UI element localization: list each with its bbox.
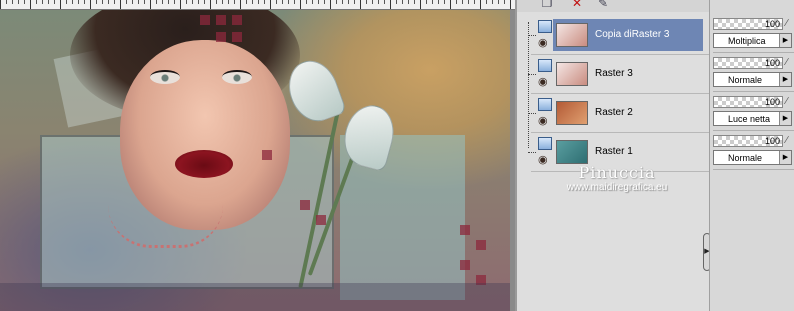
artwork-eye [222,70,252,84]
opacity-slider[interactable]: 100 [713,135,783,147]
artwork-square [232,32,242,42]
artwork-square [232,15,242,25]
artwork-square [216,15,226,25]
layer-name: Raster 1 [595,146,633,157]
opacity-value: 100 [764,136,780,146]
artwork-square [316,215,326,225]
artwork-eye [150,70,180,84]
watermark-name: Pinuccia [578,163,656,182]
opacity-value: 100 [764,97,780,107]
artwork-square [460,225,470,235]
raster-layer-icon [538,20,552,33]
layer-thumbnail [556,101,588,125]
divider [713,52,794,53]
raster-layer-icon [538,137,552,150]
watermark-site: www.maidiregrafica.eu [566,182,668,193]
artwork-band [0,283,510,311]
layer-thumbnail [556,23,588,47]
artwork-lips [175,150,233,178]
layer-row[interactable]: ◉ Copia diRaster 3 [528,17,727,55]
layer-tree-line [528,22,529,148]
raster-layer-icon [538,98,552,111]
blend-mode-label: Normale [728,153,763,163]
eye-icon[interactable]: ◉ [538,38,548,49]
blend-mode-select[interactable]: Normale ▶ [713,150,792,165]
artwork-square [476,240,486,250]
layers-panel: ❐ ✕ ✎ ◉ Copia diRaster 3 ◉ Raster 3 ◉ Ra… [515,0,727,311]
layer-properties-row: 100 ∕ Luce netta ▶ [713,94,794,132]
opacity-slider[interactable]: 100 [713,18,783,30]
divider [713,169,794,170]
tree-connector [528,113,536,114]
lock-icon[interactable]: ∕ [786,135,788,146]
eye-icon[interactable]: ◉ [538,77,548,88]
eye-icon[interactable]: ◉ [538,116,548,127]
opacity-slider[interactable]: 100 [713,96,783,108]
layer-properties-row: 100 ∕ Moltiplica ▶ [713,16,794,54]
image-canvas-area[interactable] [0,0,515,311]
blend-mode-select[interactable]: Luce netta ▶ [713,111,792,126]
layer-name: Copia diRaster 3 [595,29,670,40]
divider [713,130,794,131]
layer-row[interactable]: ◉ Raster 3 [528,56,727,94]
artwork-square [460,260,470,270]
artwork-square [300,200,310,210]
horizontal-ruler [0,0,515,10]
delete-layer-icon[interactable]: ✕ [569,0,585,10]
blend-mode-label: Moltiplica [728,36,766,46]
raster-layer-icon [538,59,552,72]
layer-properties-row: 100 ∕ Normale ▶ [713,133,794,171]
tree-connector [528,35,536,36]
artwork-canvas[interactable] [0,10,510,311]
opacity-value: 100 [764,58,780,68]
layer-name-area[interactable]: Raster 3 [553,58,703,90]
lock-icon[interactable]: ∕ [786,57,788,68]
tree-connector [528,152,536,153]
watermark: Pinuccia www.maidiregrafica.eu [547,163,687,193]
layer-properties-row: 100 ∕ Normale ▶ [713,55,794,93]
blend-mode-label: Normale [728,75,763,85]
new-layer-icon[interactable]: ❐ [539,0,555,10]
layer-name: Raster 3 [595,68,633,79]
layer-name-area[interactable]: Copia diRaster 3 [553,19,703,51]
lock-icon[interactable]: ∕ [786,96,788,107]
lock-icon[interactable]: ∕ [786,18,788,29]
divider [713,91,794,92]
chevron-right-icon[interactable]: ▶ [779,151,791,164]
layer-properties-panel: 100 ∕ Moltiplica ▶ 100 ∕ Normale ▶ 100 ∕… [709,0,794,311]
opacity-slider[interactable]: 100 [713,57,783,69]
blend-mode-select[interactable]: Normale ▶ [713,72,792,87]
blend-mode-label: Luce netta [728,114,771,124]
layer-thumbnail [556,62,588,86]
artwork-face [120,40,290,230]
artwork-square [216,32,226,42]
layer-name-area[interactable]: Raster 2 [553,97,703,129]
chevron-right-icon[interactable]: ▶ [779,112,791,125]
layer-row[interactable]: ◉ Raster 2 [528,95,727,133]
blend-mode-select[interactable]: Moltiplica ▶ [713,33,792,48]
edit-icon[interactable]: ✎ [595,0,611,10]
artwork-square [200,15,210,25]
chevron-right-icon[interactable]: ▶ [779,73,791,86]
artwork-square [262,150,272,160]
layers-toolbar: ❐ ✕ ✎ [517,0,711,12]
chevron-right-icon[interactable]: ▶ [779,34,791,47]
tree-connector [528,74,536,75]
layer-name: Raster 2 [595,107,633,118]
layer-thumbnail [556,140,588,164]
opacity-value: 100 [764,19,780,29]
